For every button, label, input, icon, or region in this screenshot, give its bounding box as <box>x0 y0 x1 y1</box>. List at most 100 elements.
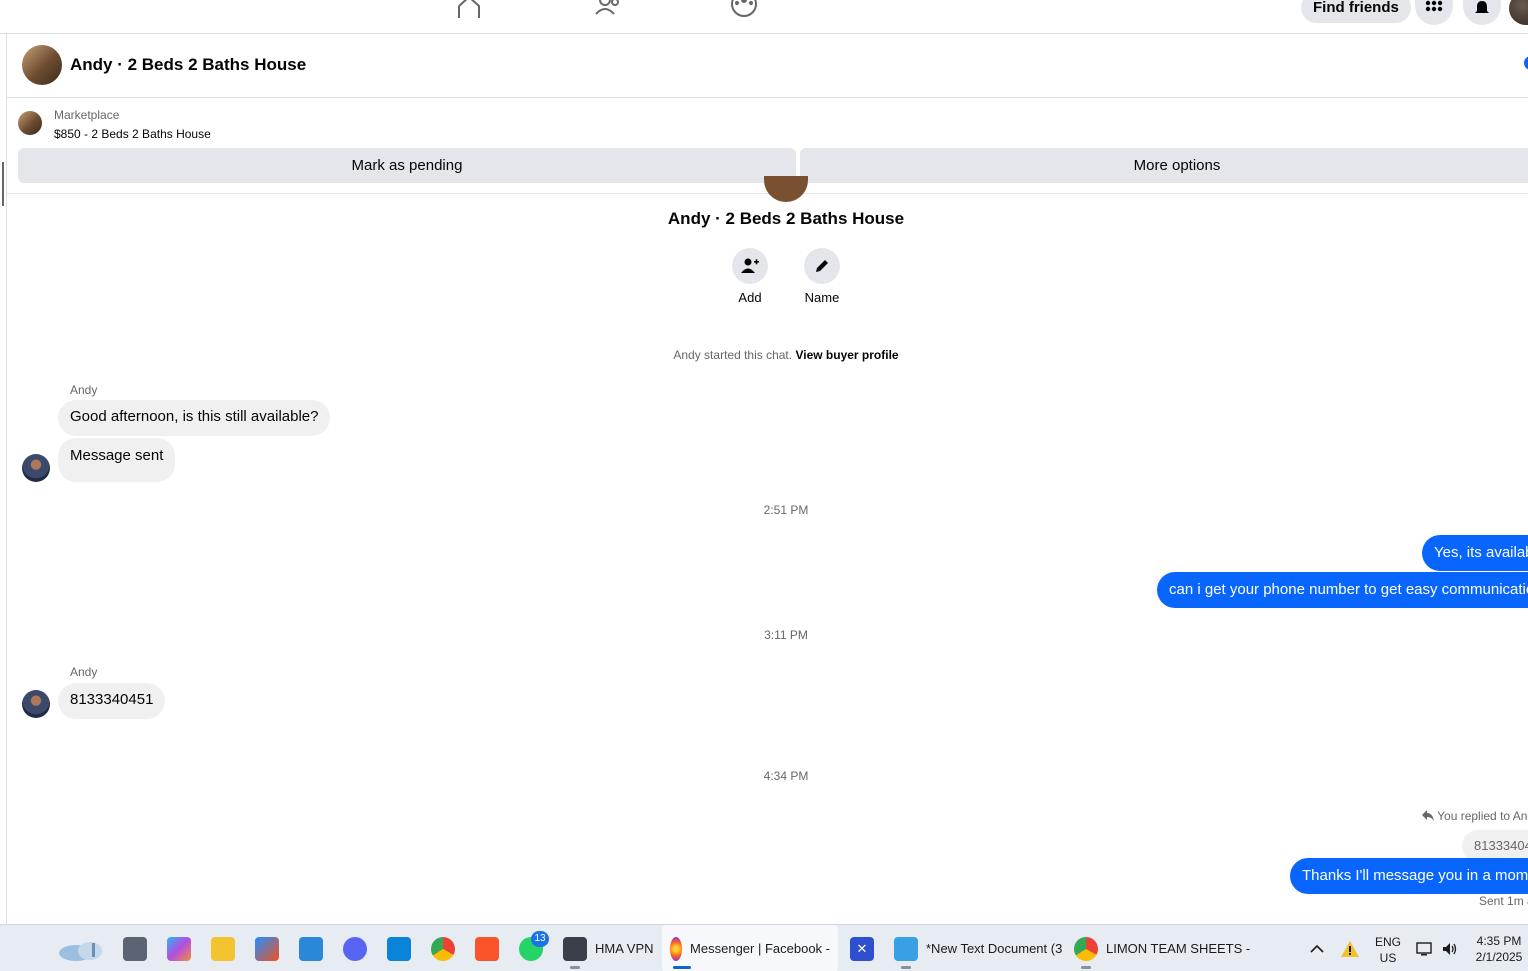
incoming-message[interactable]: Message sent <box>58 438 176 482</box>
name-button[interactable] <box>804 248 840 284</box>
scroll-handle[interactable] <box>2 162 4 206</box>
warning-tray-button[interactable] <box>1340 925 1360 971</box>
vscode-icon <box>387 936 411 961</box>
sender-avatar[interactable] <box>22 690 50 718</box>
incoming-message[interactable]: Good afternoon, is this still available? <box>58 400 331 436</box>
timestamp: 3:11 PM <box>764 628 808 642</box>
reply-icon <box>1422 810 1434 821</box>
menu-button[interactable] <box>1415 0 1453 25</box>
volume-button[interactable] <box>1441 925 1459 971</box>
clock-date: 2/1/2025 <box>1475 950 1523 964</box>
chrome-sheets-window-button[interactable]: LIMON TEAM SHEETS - <box>1074 925 1250 971</box>
incoming-message[interactable]: 8133340451 <box>58 683 166 719</box>
notepad-window-label: *New Text Document (3 <box>926 941 1063 956</box>
chat-app-icon <box>299 936 323 961</box>
hma-vpn-button[interactable]: HMA VPN <box>563 925 654 971</box>
sender-name: Andy <box>70 383 98 397</box>
task-view-button[interactable] <box>123 925 147 971</box>
groups-icon[interactable] <box>730 0 758 18</box>
network-icon <box>1416 941 1432 955</box>
pencil-icon <box>816 260 828 272</box>
active-indicator <box>673 966 691 969</box>
add-label: Add <box>738 290 762 305</box>
listing-avatar[interactable] <box>22 45 62 85</box>
discord-button[interactable] <box>343 925 367 971</box>
view-buyer-profile-link[interactable]: View buyer profile <box>795 348 898 362</box>
sender-name: Andy <box>70 665 98 679</box>
copilot-button[interactable] <box>167 925 191 971</box>
weather-icon <box>59 941 102 961</box>
brave-icon <box>475 936 499 961</box>
whatsapp-unread-badge: 13 <box>531 931 549 947</box>
home-icon[interactable] <box>455 0 483 18</box>
chrome-button[interactable] <box>431 925 455 971</box>
show-hidden-icons-button[interactable] <box>1310 925 1324 971</box>
add-people-button[interactable] <box>732 248 768 284</box>
brave-button[interactable] <box>475 925 499 971</box>
messenger-window-label: Messenger | Facebook - <box>690 941 830 956</box>
reply-text: You replied to Andy <box>1437 809 1528 823</box>
chat-header: Andy · 2 Beds 2 Baths House <box>7 34 1528 98</box>
vscode-button[interactable] <box>387 925 411 971</box>
outgoing-message[interactable]: Thanks I'll message you in a moment <box>1290 858 1528 894</box>
top-navigation: Find friends <box>0 0 1528 34</box>
taskbar: HMA VPN Messenger | Facebook - ✕ *New Te… <box>0 924 1528 971</box>
grid-menu-icon <box>1425 0 1443 11</box>
teams-button[interactable] <box>299 925 323 971</box>
chrome-icon <box>1074 936 1098 961</box>
store-button[interactable] <box>255 925 279 971</box>
x-app-icon: ✕ <box>850 936 874 961</box>
warning-icon <box>1341 940 1359 957</box>
page: Find friends Andy · 2 Beds 2 Baths House… <box>0 0 1528 971</box>
file-explorer-button[interactable] <box>211 925 235 971</box>
notepad-window-button[interactable]: *New Text Document (3 <box>894 925 1062 971</box>
region-code: US <box>1379 951 1397 965</box>
language-indicator[interactable]: ENG US <box>1370 934 1406 966</box>
clock[interactable]: 4:35 PM 2/1/2025 <box>1466 933 1528 965</box>
notifications-button[interactable] <box>1463 0 1501 25</box>
running-indicator <box>1081 966 1091 969</box>
network-button[interactable] <box>1416 925 1434 971</box>
bell-icon <box>1475 0 1489 13</box>
running-indicator <box>901 966 911 969</box>
name-label: Name <box>804 290 840 305</box>
intro-title: Andy · 2 Beds 2 Baths House <box>667 209 905 228</box>
add-people-action[interactable]: Add <box>720 248 780 305</box>
friends-icon[interactable] <box>593 0 621 18</box>
more-options-button[interactable]: More options <box>800 148 1528 183</box>
firefox-icon <box>670 936 683 961</box>
started-text: Andy started this chat. <box>673 348 793 362</box>
timestamp: 2:51 PM <box>763 503 809 517</box>
name-action[interactable]: Name <box>792 248 852 305</box>
outgoing-message[interactable]: Yes, its available <box>1422 535 1528 571</box>
find-friends-button[interactable]: Find friends <box>1301 0 1411 23</box>
add-person-icon <box>741 258 759 273</box>
store-icon <box>255 936 279 961</box>
speaker-icon <box>1443 942 1457 955</box>
marketplace-label: Marketplace <box>54 108 120 122</box>
hma-vpn-icon <box>563 936 587 961</box>
outgoing-message[interactable]: can i get your phone number to get easy … <box>1157 572 1528 608</box>
app-x-button[interactable]: ✕ <box>850 925 874 971</box>
language-code: ENG <box>1374 935 1401 949</box>
hma-vpn-label: HMA VPN <box>595 941 654 956</box>
profile-picture <box>764 176 808 202</box>
account-avatar[interactable] <box>1509 0 1528 25</box>
clock-time: 4:35 PM <box>1476 934 1522 948</box>
running-indicator <box>570 966 580 969</box>
sender-avatar[interactable] <box>22 454 50 482</box>
mark-as-pending-button[interactable]: Mark as pending <box>18 148 796 183</box>
copilot-icon <box>167 936 191 961</box>
reply-indicator: You replied to Andy <box>1422 809 1528 823</box>
listing-thumbnail[interactable] <box>18 111 42 135</box>
chat-title[interactable]: Andy · 2 Beds 2 Baths House <box>70 55 306 75</box>
message-status: Sent 1m ago <box>1479 894 1528 908</box>
weather-widget[interactable] <box>56 925 108 971</box>
listing-price-title[interactable]: $850 - 2 Beds 2 Baths House <box>54 127 211 141</box>
timestamp: 4:34 PM <box>763 769 809 783</box>
task-view-icon <box>123 936 147 961</box>
header-action-button[interactable] <box>1524 56 1528 70</box>
chrome-sheets-window-label: LIMON TEAM SHEETS - <box>1106 941 1251 956</box>
messenger-window-button[interactable]: Messenger | Facebook - <box>662 925 838 971</box>
notepad-icon <box>894 936 918 961</box>
